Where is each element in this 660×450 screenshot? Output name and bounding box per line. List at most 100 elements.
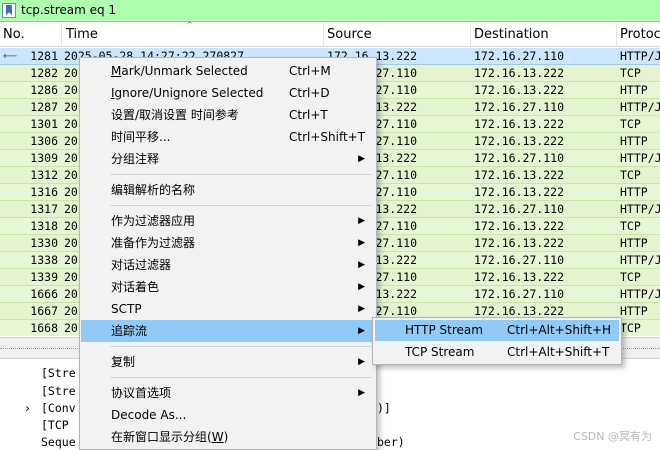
context-menu: Mark/Unmark Selected Ctrl+M Ignore/Unign… <box>79 57 377 450</box>
packet-number: 1309 <box>30 151 58 165</box>
packet-number: 1282 <box>30 66 58 80</box>
menu-item-colorize-conversation[interactable]: 对话着色 ▶ <box>81 276 375 298</box>
menu-item-edit-resolved-name[interactable]: 编辑解析的名称 <box>81 179 375 201</box>
packet-protocol: HTTP/J <box>620 253 660 267</box>
expand-arrow-icon[interactable]: › <box>24 401 31 415</box>
packet-destination: 172.16.13.222 <box>474 185 565 199</box>
packet-destination: 172.16.27.110 <box>474 49 565 63</box>
packet-number: 1306 <box>30 134 58 148</box>
packet-number: 1312 <box>30 168 58 182</box>
packet-number: 1318 <box>30 219 58 233</box>
filter-input[interactable]: tcp.stream eq 1 <box>21 3 116 17</box>
submenu-arrow-icon: ▶ <box>358 260 365 270</box>
detail-line[interactable]: Seque <box>41 435 76 449</box>
submenu-item-tcp-stream[interactable]: TCP Stream Ctrl+Alt+Shift+T <box>375 342 619 363</box>
menu-item-packet-comment[interactable]: 分组注释 ▶ <box>81 148 375 170</box>
packet-protocol: HTTP/J <box>620 49 660 63</box>
submenu-arrow-icon: ▶ <box>358 326 365 336</box>
packet-destination: 172.16.13.222 <box>474 66 565 80</box>
packet-protocol: HTTP/J <box>620 202 660 216</box>
detail-line[interactable]: [Conv <box>41 401 76 415</box>
submenu-arrow-icon: ▶ <box>358 282 365 292</box>
packet-number: 1666 <box>30 287 58 301</box>
column-source[interactable]: Source <box>324 23 471 47</box>
packet-protocol: TCP <box>620 66 641 80</box>
menu-item-copy[interactable]: 复制 ▶ <box>81 351 375 373</box>
menu-item-ignore[interactable]: Ignore/Unignore Selected Ctrl+D <box>81 82 375 104</box>
bookmark-icon[interactable] <box>2 3 16 18</box>
submenu-arrow-icon: ▶ <box>358 154 365 164</box>
submenu-arrow-icon: ▶ <box>358 304 365 314</box>
display-filter-bar[interactable]: tcp.stream eq 1 <box>0 0 660 22</box>
menu-separator <box>110 377 372 378</box>
submenu-arrow-icon: ▶ <box>358 388 365 398</box>
submenu-arrow-icon: ▶ <box>358 357 365 367</box>
detail-line[interactable]: [TCP <box>41 418 69 432</box>
packet-destination: 172.16.27.110 <box>474 287 565 301</box>
menu-item-time-shift[interactable]: 时间平移... Ctrl+Shift+T <box>81 126 375 148</box>
packet-protocol: HTTP <box>620 236 648 250</box>
packet-protocol: HTTP <box>620 304 648 318</box>
menu-item-apply-as-filter[interactable]: 作为过滤器应用 ▶ <box>81 210 375 232</box>
packet-protocol: HTTP <box>620 185 648 199</box>
submenu-arrow-icon: ▶ <box>358 216 365 226</box>
submenu-item-http-stream[interactable]: HTTP Stream Ctrl+Alt+Shift+H <box>375 320 619 341</box>
packet-protocol: TCP <box>620 219 641 233</box>
packet-destination: 172.16.27.110 <box>474 202 565 216</box>
column-destination[interactable]: Destination <box>471 23 617 47</box>
column-no[interactable]: No. <box>0 23 62 47</box>
packet-number: 1339 <box>30 270 58 284</box>
menu-item-conversation-filter[interactable]: 对话过滤器 ▶ <box>81 254 375 276</box>
packet-protocol: HTTP/J <box>620 100 660 114</box>
detail-line[interactable]: [Stre <box>41 366 76 380</box>
menu-item-follow-stream[interactable]: 追踪流 ▶ <box>81 320 375 342</box>
packet-protocol: HTTP/J <box>620 287 660 301</box>
packet-number: 1338 <box>30 253 58 267</box>
packet-destination: 172.16.13.222 <box>474 117 565 131</box>
detail-line-tail: ber) <box>377 435 405 449</box>
watermark: CSDN @冥有为 <box>573 430 652 443</box>
column-protocol[interactable]: Protoc <box>617 23 660 47</box>
menu-separator <box>110 346 372 347</box>
menu-separator <box>110 174 372 175</box>
packet-destination: 172.16.27.110 <box>474 100 565 114</box>
menu-item-protocol-preferences[interactable]: 协议首选项 ▶ <box>81 382 375 404</box>
detail-line[interactable]: [Stre <box>41 384 76 398</box>
sort-ascending-icon: ⌃ <box>186 21 194 31</box>
packet-number: 1330 <box>30 236 58 250</box>
menu-item-decode-as[interactable]: Decode As... <box>81 404 375 426</box>
menu-separator <box>110 205 372 206</box>
menu-item-show-in-new-window[interactable]: 在新窗口显示分组(W) <box>81 426 375 448</box>
follow-stream-submenu: HTTP Stream Ctrl+Alt+Shift+H TCP Stream … <box>372 317 622 365</box>
detail-line-tail: )] <box>377 401 391 415</box>
packet-destination: 172.16.13.222 <box>474 168 565 182</box>
packet-protocol: TCP <box>620 270 641 284</box>
packet-destination: 172.16.13.222 <box>474 134 565 148</box>
packet-destination: 172.16.13.222 <box>474 236 565 250</box>
packet-destination: 172.16.27.110 <box>474 151 565 165</box>
packet-number: 1301 <box>30 117 58 131</box>
submenu-arrow-icon: ▶ <box>358 238 365 248</box>
packet-list-header: No. Time Source Destination Protoc <box>0 23 660 47</box>
packet-destination: 172.16.13.222 <box>474 83 565 97</box>
packet-destination: 172.16.27.110 <box>474 253 565 267</box>
packet-number: 1668 <box>30 321 58 335</box>
packet-number: 1286 <box>30 83 58 97</box>
packet-protocol: TCP <box>620 168 641 182</box>
packet-protocol: HTTP <box>620 83 648 97</box>
packet-number: 1316 <box>30 185 58 199</box>
packet-number: 1317 <box>30 202 58 216</box>
packet-protocol: HTTP <box>620 134 648 148</box>
packet-protocol: HTTP/J <box>620 151 660 165</box>
packet-number: 1287 <box>30 100 58 114</box>
packet-destination: 172.16.13.222 <box>474 219 565 233</box>
packet-protocol: TCP <box>620 321 641 335</box>
packet-destination: 172.16.13.222 <box>474 270 565 284</box>
related-packet-icon: ⟵ <box>3 51 18 62</box>
packet-protocol: TCP <box>620 117 641 131</box>
menu-item-prepare-filter[interactable]: 准备作为过滤器 ▶ <box>81 232 375 254</box>
menu-item-mark[interactable]: Mark/Unmark Selected Ctrl+M <box>81 60 375 82</box>
packet-number: 1667 <box>30 304 58 318</box>
menu-item-sctp[interactable]: SCTP ▶ <box>81 298 375 320</box>
menu-item-time-reference[interactable]: 设置/取消设置 时间参考 Ctrl+T <box>81 104 375 126</box>
